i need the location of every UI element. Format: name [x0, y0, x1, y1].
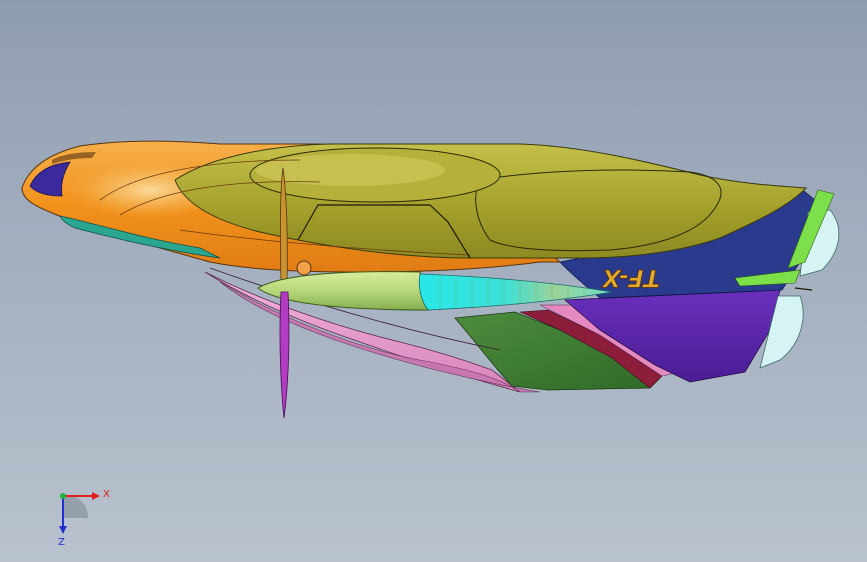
fuselage-marking: TF-X — [601, 264, 660, 292]
graphics-viewport[interactable]: TF-X X Z — [0, 0, 867, 562]
aircraft-model[interactable]: TF-X — [0, 0, 867, 562]
tail-tip-line — [794, 287, 813, 291]
propeller-blade-lower[interactable] — [279, 291, 290, 419]
prop-hub[interactable] — [296, 260, 312, 276]
